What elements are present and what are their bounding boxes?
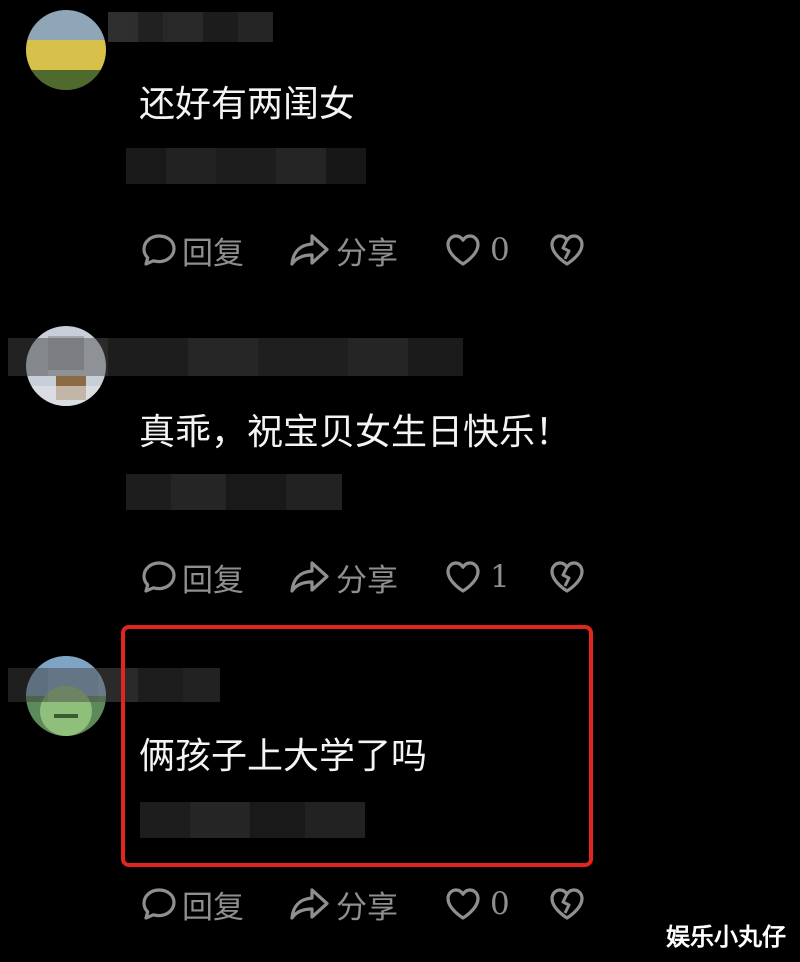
comment-text: 还好有两闺女 (139, 84, 356, 125)
heart-icon (444, 232, 482, 268)
reply-label: 回复 (182, 889, 244, 926)
blurred-meta (126, 148, 366, 184)
blurred-username (108, 12, 273, 42)
reply-button[interactable]: 回复 (140, 228, 288, 273)
share-arrow-icon (288, 885, 332, 923)
blurred-username (8, 338, 463, 376)
blurred-meta (126, 474, 342, 510)
like-count: 0 (490, 886, 510, 922)
share-label: 分享 (336, 889, 398, 926)
share-label: 分享 (336, 562, 398, 599)
share-button[interactable]: 分享 (288, 228, 444, 273)
share-label: 分享 (336, 235, 398, 272)
comment-actions: 回复 分享 0 (140, 882, 586, 926)
comment-actions: 回复 分享 0 (140, 228, 586, 272)
broken-heart-icon (548, 886, 586, 922)
reply-label: 回复 (182, 235, 244, 272)
watermark: 娱乐小丸仔 (666, 923, 786, 951)
dislike-button[interactable] (548, 232, 586, 268)
comment-bubble-icon (140, 558, 178, 596)
reply-label: 回复 (182, 562, 244, 599)
highlight-box (121, 625, 593, 867)
broken-heart-icon (548, 232, 586, 268)
comment-actions: 回复 分享 1 (140, 555, 586, 599)
broken-heart-icon (548, 559, 586, 595)
heart-icon (444, 559, 482, 595)
avatar[interactable] (26, 10, 106, 90)
dislike-button[interactable] (548, 559, 586, 595)
comment-bubble-icon (140, 231, 178, 269)
like-count: 1 (490, 559, 510, 595)
share-arrow-icon (288, 231, 332, 269)
like-button[interactable]: 1 (444, 559, 548, 595)
heart-icon (444, 886, 482, 922)
share-arrow-icon (288, 558, 332, 596)
reply-button[interactable]: 回复 (140, 882, 288, 927)
like-button[interactable]: 0 (444, 886, 548, 922)
like-button[interactable]: 0 (444, 232, 548, 268)
share-button[interactable]: 分享 (288, 555, 444, 600)
comment-bubble-icon (140, 885, 178, 923)
share-button[interactable]: 分享 (288, 882, 444, 927)
dislike-button[interactable] (548, 886, 586, 922)
reply-button[interactable]: 回复 (140, 555, 288, 600)
like-count: 0 (490, 232, 510, 268)
comment-text: 真乖，祝宝贝女生日快乐！ (139, 412, 572, 453)
